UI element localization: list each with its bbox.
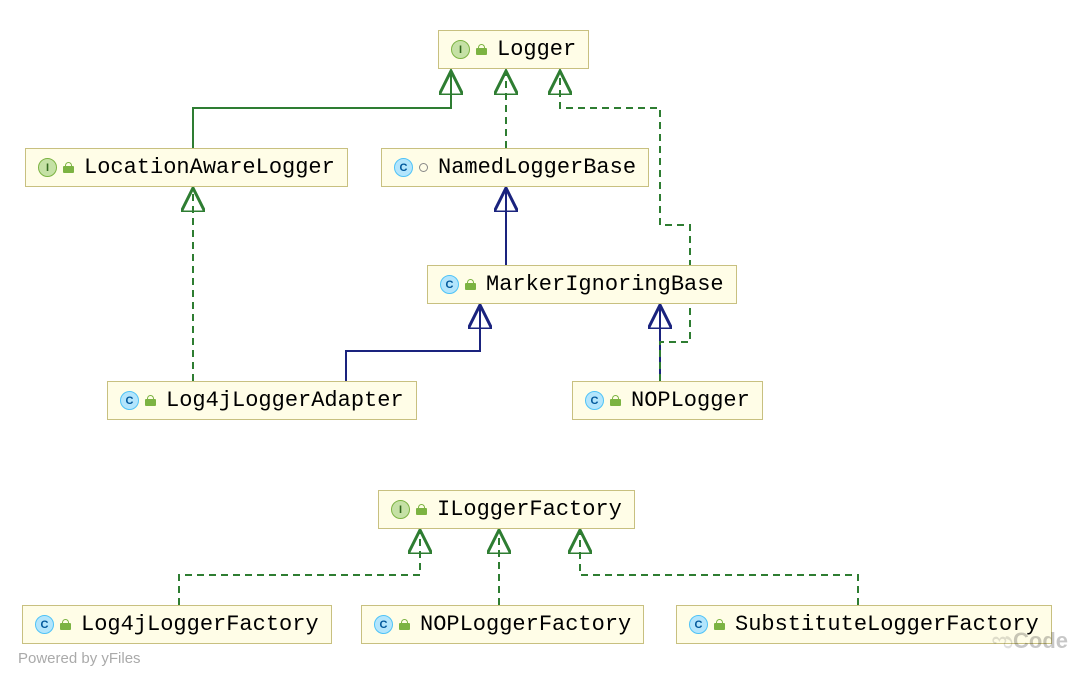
lock-icon <box>610 395 621 406</box>
abstract-icon <box>419 163 428 172</box>
node-label: NOPLoggerFactory <box>420 612 631 637</box>
class-icon: C <box>35 615 54 634</box>
node-log4j-logger-factory: C Log4jLoggerFactory <box>22 605 332 644</box>
lock-icon <box>399 619 410 630</box>
lock-icon <box>416 504 427 515</box>
node-log4j-logger-adapter: C Log4jLoggerAdapter <box>107 381 417 420</box>
class-icon: C <box>440 275 459 294</box>
class-icon: C <box>120 391 139 410</box>
lock-icon <box>714 619 725 630</box>
node-named-logger-base: C NamedLoggerBase <box>381 148 649 187</box>
lock-icon <box>145 395 156 406</box>
node-label: Log4jLoggerAdapter <box>166 388 404 413</box>
node-nop-logger: C NOPLogger <box>572 381 763 420</box>
watermark: ಌCode <box>992 628 1068 654</box>
node-label: Logger <box>497 37 576 62</box>
powered-by-label: Powered by yFiles <box>18 650 141 667</box>
lock-icon <box>63 162 74 173</box>
class-icon: C <box>585 391 604 410</box>
node-logger: I Logger <box>438 30 589 69</box>
class-icon: C <box>394 158 413 177</box>
node-location-aware-logger: I LocationAwareLogger <box>25 148 348 187</box>
node-label: MarkerIgnoringBase <box>486 272 724 297</box>
node-label: NamedLoggerBase <box>438 155 636 180</box>
lock-icon <box>60 619 71 630</box>
class-icon: C <box>374 615 393 634</box>
interface-icon: I <box>38 158 57 177</box>
node-nop-logger-factory: C NOPLoggerFactory <box>361 605 644 644</box>
diagram-connectors <box>0 0 1080 678</box>
node-label: NOPLogger <box>631 388 750 413</box>
interface-icon: I <box>391 500 410 519</box>
class-icon: C <box>689 615 708 634</box>
node-marker-ignoring-base: C MarkerIgnoringBase <box>427 265 737 304</box>
node-label: ILoggerFactory <box>437 497 622 522</box>
lock-icon <box>476 44 487 55</box>
interface-icon: I <box>451 40 470 59</box>
node-label: Log4jLoggerFactory <box>81 612 319 637</box>
node-label: LocationAwareLogger <box>84 155 335 180</box>
node-ilogger-factory: I ILoggerFactory <box>378 490 635 529</box>
lock-icon <box>465 279 476 290</box>
